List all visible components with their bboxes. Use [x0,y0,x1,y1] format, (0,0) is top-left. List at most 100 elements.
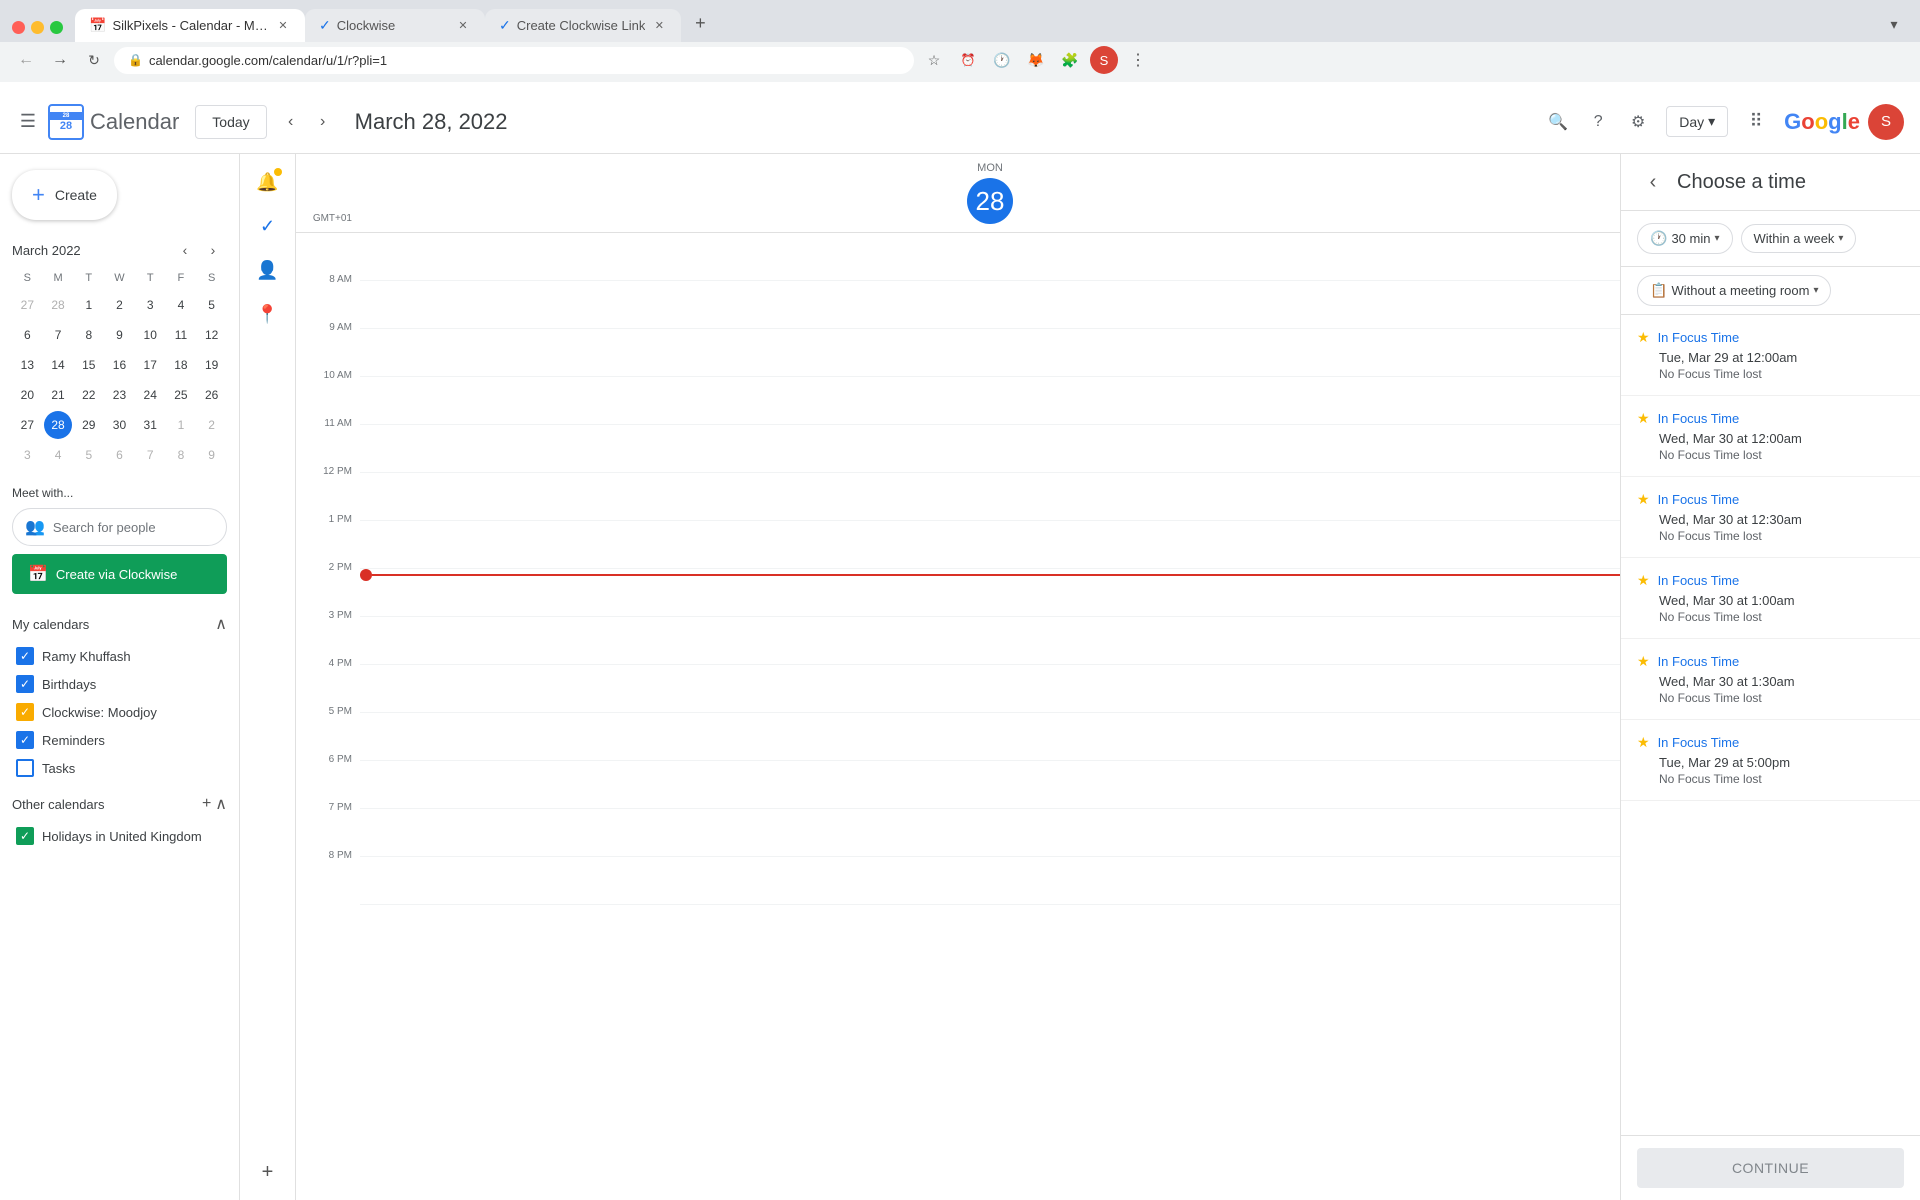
time-slot-13[interactable] [360,857,1620,905]
address-bar[interactable]: 🔒 calendar.google.com/calendar/u/1/r?pli… [114,47,914,74]
side-icon-contacts[interactable]: 👤 [248,250,288,290]
mini-cal-day[interactable]: 1 [167,411,195,439]
hamburger-menu[interactable]: ☰ [8,102,48,142]
cw-back-button[interactable]: ‹ [1637,166,1669,198]
reload-button[interactable]: ↻ [80,46,108,74]
time-slot-item-1[interactable]: ★ In Focus Time Wed, Mar 30 at 12:00am N… [1621,396,1920,477]
mini-cal-day[interactable]: 17 [136,351,164,379]
mini-cal-day[interactable]: 12 [198,321,226,349]
side-icon-tasks[interactable]: ✓ [248,206,288,246]
mini-cal-day[interactable]: 25 [167,381,195,409]
mini-cal-day[interactable]: 13 [13,351,41,379]
my-calendars-header[interactable]: My calendars ∧ [12,610,227,638]
search-people-input[interactable]: 👥 Search for people [12,508,227,546]
mini-cal-day[interactable]: 4 [44,441,72,469]
tab-close-silkpixels[interactable]: ✕ [275,18,291,34]
mini-cal-next[interactable]: › [199,236,227,264]
back-button[interactable]: ← [12,46,40,74]
mini-cal-day[interactable]: 2 [105,291,133,319]
mini-cal-day[interactable]: 5 [75,441,103,469]
time-slot-11[interactable] [360,761,1620,809]
add-other-calendar-icon[interactable]: + [202,795,211,813]
mini-cal-day[interactable]: 4 [167,291,195,319]
mini-cal-day[interactable]: 1 [75,291,103,319]
tabs-extend-button[interactable]: ▾ [1880,10,1908,38]
room-selector[interactable]: 📋 Without a meeting room ▾ [1637,275,1831,306]
mini-cal-day[interactable]: 9 [198,441,226,469]
mini-cal-day[interactable]: 16 [105,351,133,379]
mini-cal-day[interactable]: 14 [44,351,72,379]
puzzle-icon[interactable]: 🧩 [1056,46,1084,74]
mini-cal-day[interactable]: 10 [136,321,164,349]
mini-cal-day[interactable]: 23 [105,381,133,409]
mini-cal-day[interactable]: 18 [167,351,195,379]
mini-cal-day[interactable]: 27 [13,411,41,439]
mini-cal-day[interactable]: 7 [44,321,72,349]
mini-cal-day[interactable]: 6 [105,441,133,469]
mini-cal-day[interactable]: 7 [136,441,164,469]
user-profile-button[interactable]: S [1868,104,1904,140]
time-slot-5[interactable] [360,473,1620,521]
today-button[interactable]: Today [195,105,266,139]
prev-nav-button[interactable]: ‹ [275,106,307,138]
cal-item-tasks[interactable]: Tasks [12,754,227,782]
mini-cal-day[interactable]: 31 [136,411,164,439]
mini-cal-day[interactable]: 27 [13,291,41,319]
cal-item-holidays[interactable]: ✓ Holidays in United Kingdom [12,822,227,850]
mini-cal-day[interactable]: 8 [167,441,195,469]
mini-cal-day[interactable]: 15 [75,351,103,379]
apps-grid-button[interactable]: ⠿ [1736,102,1776,142]
help-button[interactable]: ? [1578,102,1618,142]
mini-cal-day[interactable]: 22 [75,381,103,409]
metamask-icon[interactable]: 🦊 [1022,46,1050,74]
mini-cal-day[interactable]: 21 [44,381,72,409]
time-slot-4[interactable] [360,425,1620,473]
mini-cal-prev[interactable]: ‹ [171,236,199,264]
mini-cal-day[interactable]: 24 [136,381,164,409]
mini-cal-day[interactable]: 11 [167,321,195,349]
mini-cal-day[interactable]: 26 [198,381,226,409]
cal-item-reminders[interactable]: ✓ Reminders [12,726,227,754]
mini-cal-day[interactable]: 6 [13,321,41,349]
create-clockwise-button[interactable]: 📅 Create via Clockwise [12,554,227,594]
close-dot[interactable] [12,21,25,34]
tab-clockwise[interactable]: ✓ Clockwise ✕ [305,9,485,42]
menu-button[interactable]: ⋮ [1124,46,1152,74]
settings-button[interactable]: ⚙ [1618,102,1658,142]
mini-cal-day[interactable]: 8 [75,321,103,349]
time-slot-8[interactable] [360,617,1620,665]
mini-cal-day[interactable]: 29 [75,411,103,439]
mini-cal-day[interactable]: 28 [44,291,72,319]
time-slot-item-5[interactable]: ★ In Focus Time Tue, Mar 29 at 5:00pm No… [1621,720,1920,801]
tab-close-create[interactable]: ✕ [651,18,667,34]
clockwise-ext-icon[interactable]: ⏰ [954,46,982,74]
mini-cal-day[interactable]: 2 [198,411,226,439]
duration-selector[interactable]: 🕐 30 min ▾ [1637,223,1733,254]
time-slot-3[interactable] [360,377,1620,425]
time-slot-12[interactable] [360,809,1620,857]
time-slot-9[interactable] [360,665,1620,713]
mini-cal-day[interactable]: 28 [44,411,72,439]
time-slot-1[interactable] [360,281,1620,329]
mini-cal-day[interactable]: 20 [13,381,41,409]
mini-cal-day[interactable]: 5 [198,291,226,319]
time-slot-6[interactable] [360,521,1620,569]
bookmark-icon[interactable]: ☆ [920,46,948,74]
side-icon-add-more[interactable]: + [248,1152,288,1192]
side-icon-notifications[interactable]: 🔔 [248,162,288,202]
tab-close-clockwise[interactable]: ✕ [455,18,471,34]
history-icon[interactable]: 🕐 [988,46,1016,74]
cal-item-clockwise[interactable]: ✓ Clockwise: Moodjoy [12,698,227,726]
minimize-dot[interactable] [31,21,44,34]
time-slot-7[interactable] [360,569,1620,617]
tab-create-clockwise[interactable]: ✓ Create Clockwise Link ✕ [485,9,681,42]
cal-item-birthdays[interactable]: ✓ Birthdays [12,670,227,698]
view-selector[interactable]: Day ▾ [1666,106,1728,137]
side-icon-maps[interactable]: 📍 [248,294,288,334]
mini-cal-day[interactable]: 19 [198,351,226,379]
time-slot-item-2[interactable]: ★ In Focus Time Wed, Mar 30 at 12:30am N… [1621,477,1920,558]
maximize-dot[interactable] [50,21,63,34]
mini-cal-day[interactable]: 9 [105,321,133,349]
new-tab-button[interactable]: + [685,8,715,38]
forward-button[interactable]: → [46,46,74,74]
